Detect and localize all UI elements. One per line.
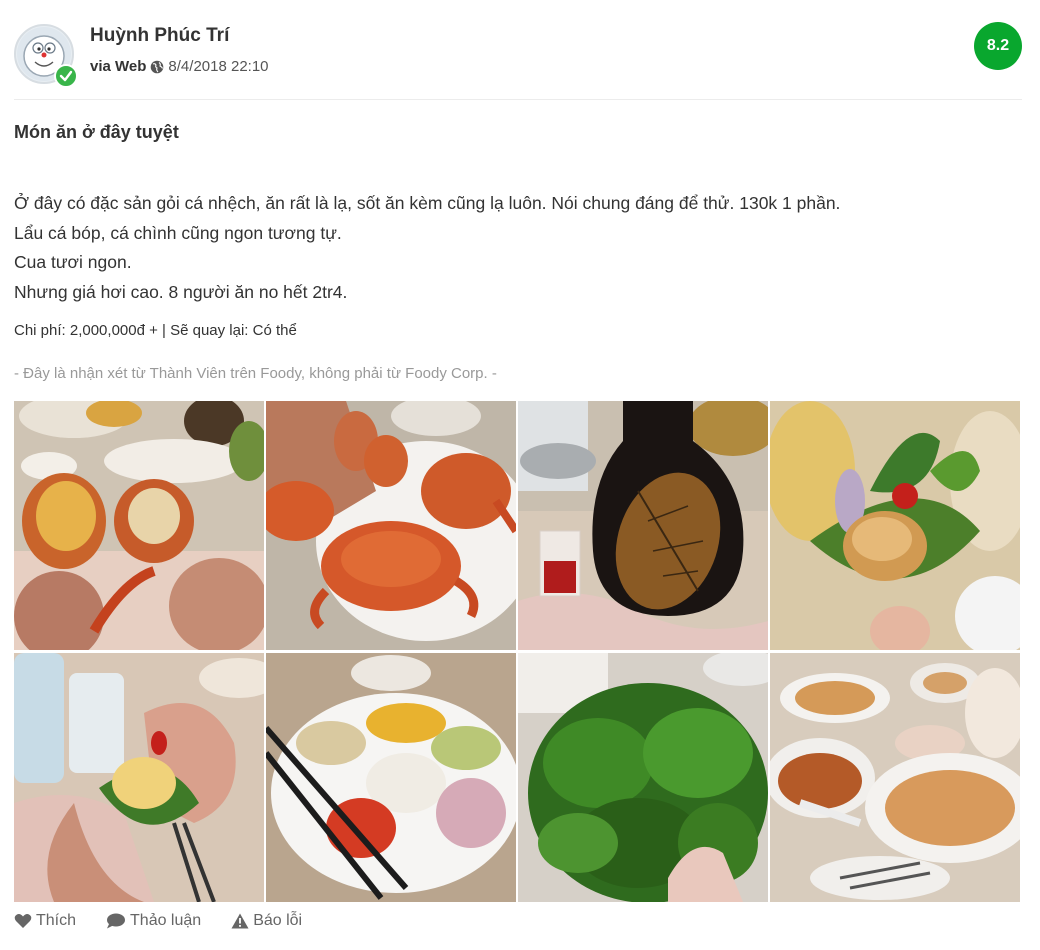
speech-bubble-icon — [107, 913, 126, 929]
like-label: Thích — [36, 912, 77, 929]
photo-grid — [14, 401, 1020, 903]
review-title: Món ăn ở đây tuyệt — [14, 122, 179, 142]
review-photo[interactable] — [518, 401, 768, 650]
review-photo[interactable] — [518, 653, 768, 902]
review-line: Cua tươi ngon. — [14, 252, 132, 272]
post-source: via Web — [90, 58, 147, 75]
review-header: Huỳnh Phúc Trí via Web 8/4/2018 22:10 8.… — [14, 22, 1022, 90]
cost-return-info: Chi phí: 2,000,000đ + | Sẽ quay lại: Có … — [14, 322, 297, 339]
review-line: Nhưng giá hơi cao. 8 người ăn no hết 2tr… — [14, 281, 348, 302]
like-button[interactable]: Thích — [14, 912, 76, 930]
review-photo[interactable] — [266, 653, 516, 902]
review-body: Ở đây có đặc sản gỏi cá nhệch, ăn rất là… — [14, 189, 1024, 307]
review-photo[interactable] — [770, 653, 1020, 902]
disclaimer: - Đây là nhận xét từ Thành Viên trên Foo… — [14, 365, 497, 382]
avatar[interactable] — [14, 24, 78, 88]
discuss-label: Thảo luận — [130, 912, 202, 929]
post-meta: via Web 8/4/2018 22:10 — [90, 58, 269, 75]
globe-icon — [151, 60, 164, 73]
heart-icon — [14, 914, 32, 928]
review-photo[interactable] — [770, 401, 1020, 650]
warning-icon — [231, 913, 249, 929]
review-photo[interactable] — [14, 401, 264, 650]
review-photo[interactable] — [14, 653, 264, 902]
report-button[interactable]: Báo lỗi — [231, 912, 302, 930]
post-date: 8/4/2018 22:10 — [168, 58, 269, 75]
author-name[interactable]: Huỳnh Phúc Trí — [90, 25, 229, 47]
review-actions: Thích Thảo luận Báo lỗi — [14, 912, 332, 930]
review-line: Ở đây có đặc sản gỏi cá nhệch, ăn rất là… — [14, 193, 841, 213]
discuss-button[interactable]: Thảo luận — [106, 912, 201, 930]
check-icon — [59, 70, 73, 82]
review-line: Lẩu cá bóp, cá chình cũng ngon tương tự. — [14, 222, 342, 243]
score-badge: 8.2 — [974, 22, 1022, 70]
header-divider — [14, 99, 1022, 100]
report-label: Báo lỗi — [253, 912, 303, 929]
review-photo[interactable] — [266, 401, 516, 650]
verified-badge — [54, 64, 78, 88]
